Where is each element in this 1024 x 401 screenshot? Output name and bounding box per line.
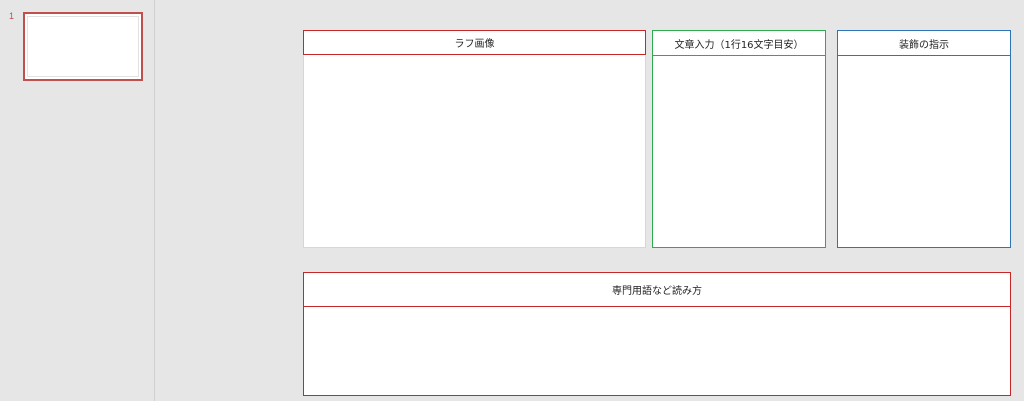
terms-reading-panel[interactable]: 専門用語など読み方: [303, 272, 1011, 396]
rough-image-area[interactable]: [304, 55, 645, 247]
rough-image-header[interactable]: ラフ画像: [303, 30, 646, 55]
text-input-panel[interactable]: 文章入力（1行16文字目安）: [652, 30, 826, 248]
rough-image-panel[interactable]: ラフ画像: [303, 30, 646, 248]
decoration-header[interactable]: 装飾の指示: [838, 31, 1010, 56]
decoration-panel[interactable]: 装飾の指示: [837, 30, 1011, 248]
slide-editor-canvas[interactable]: ラフ画像 文章入力（1行16文字目安） 装飾の指示 専門用語など読み方: [156, 0, 1024, 401]
slide-thumbnail-pane[interactable]: 1: [0, 0, 155, 401]
text-input-header[interactable]: 文章入力（1行16文字目安）: [653, 31, 825, 56]
terms-reading-header[interactable]: 専門用語など読み方: [304, 273, 1010, 307]
slide-thumbnail-content: [27, 16, 139, 77]
text-input-area[interactable]: [653, 56, 825, 247]
slide-number: 1: [9, 11, 15, 21]
presentation-app: 1 ラフ画像 文章入力（1行16文字目安） 装飾の指示 専門用語など読み方: [0, 0, 1024, 401]
slide-thumbnail-selected[interactable]: [23, 12, 143, 81]
terms-reading-area[interactable]: [304, 307, 1010, 395]
decoration-area[interactable]: [838, 56, 1010, 247]
